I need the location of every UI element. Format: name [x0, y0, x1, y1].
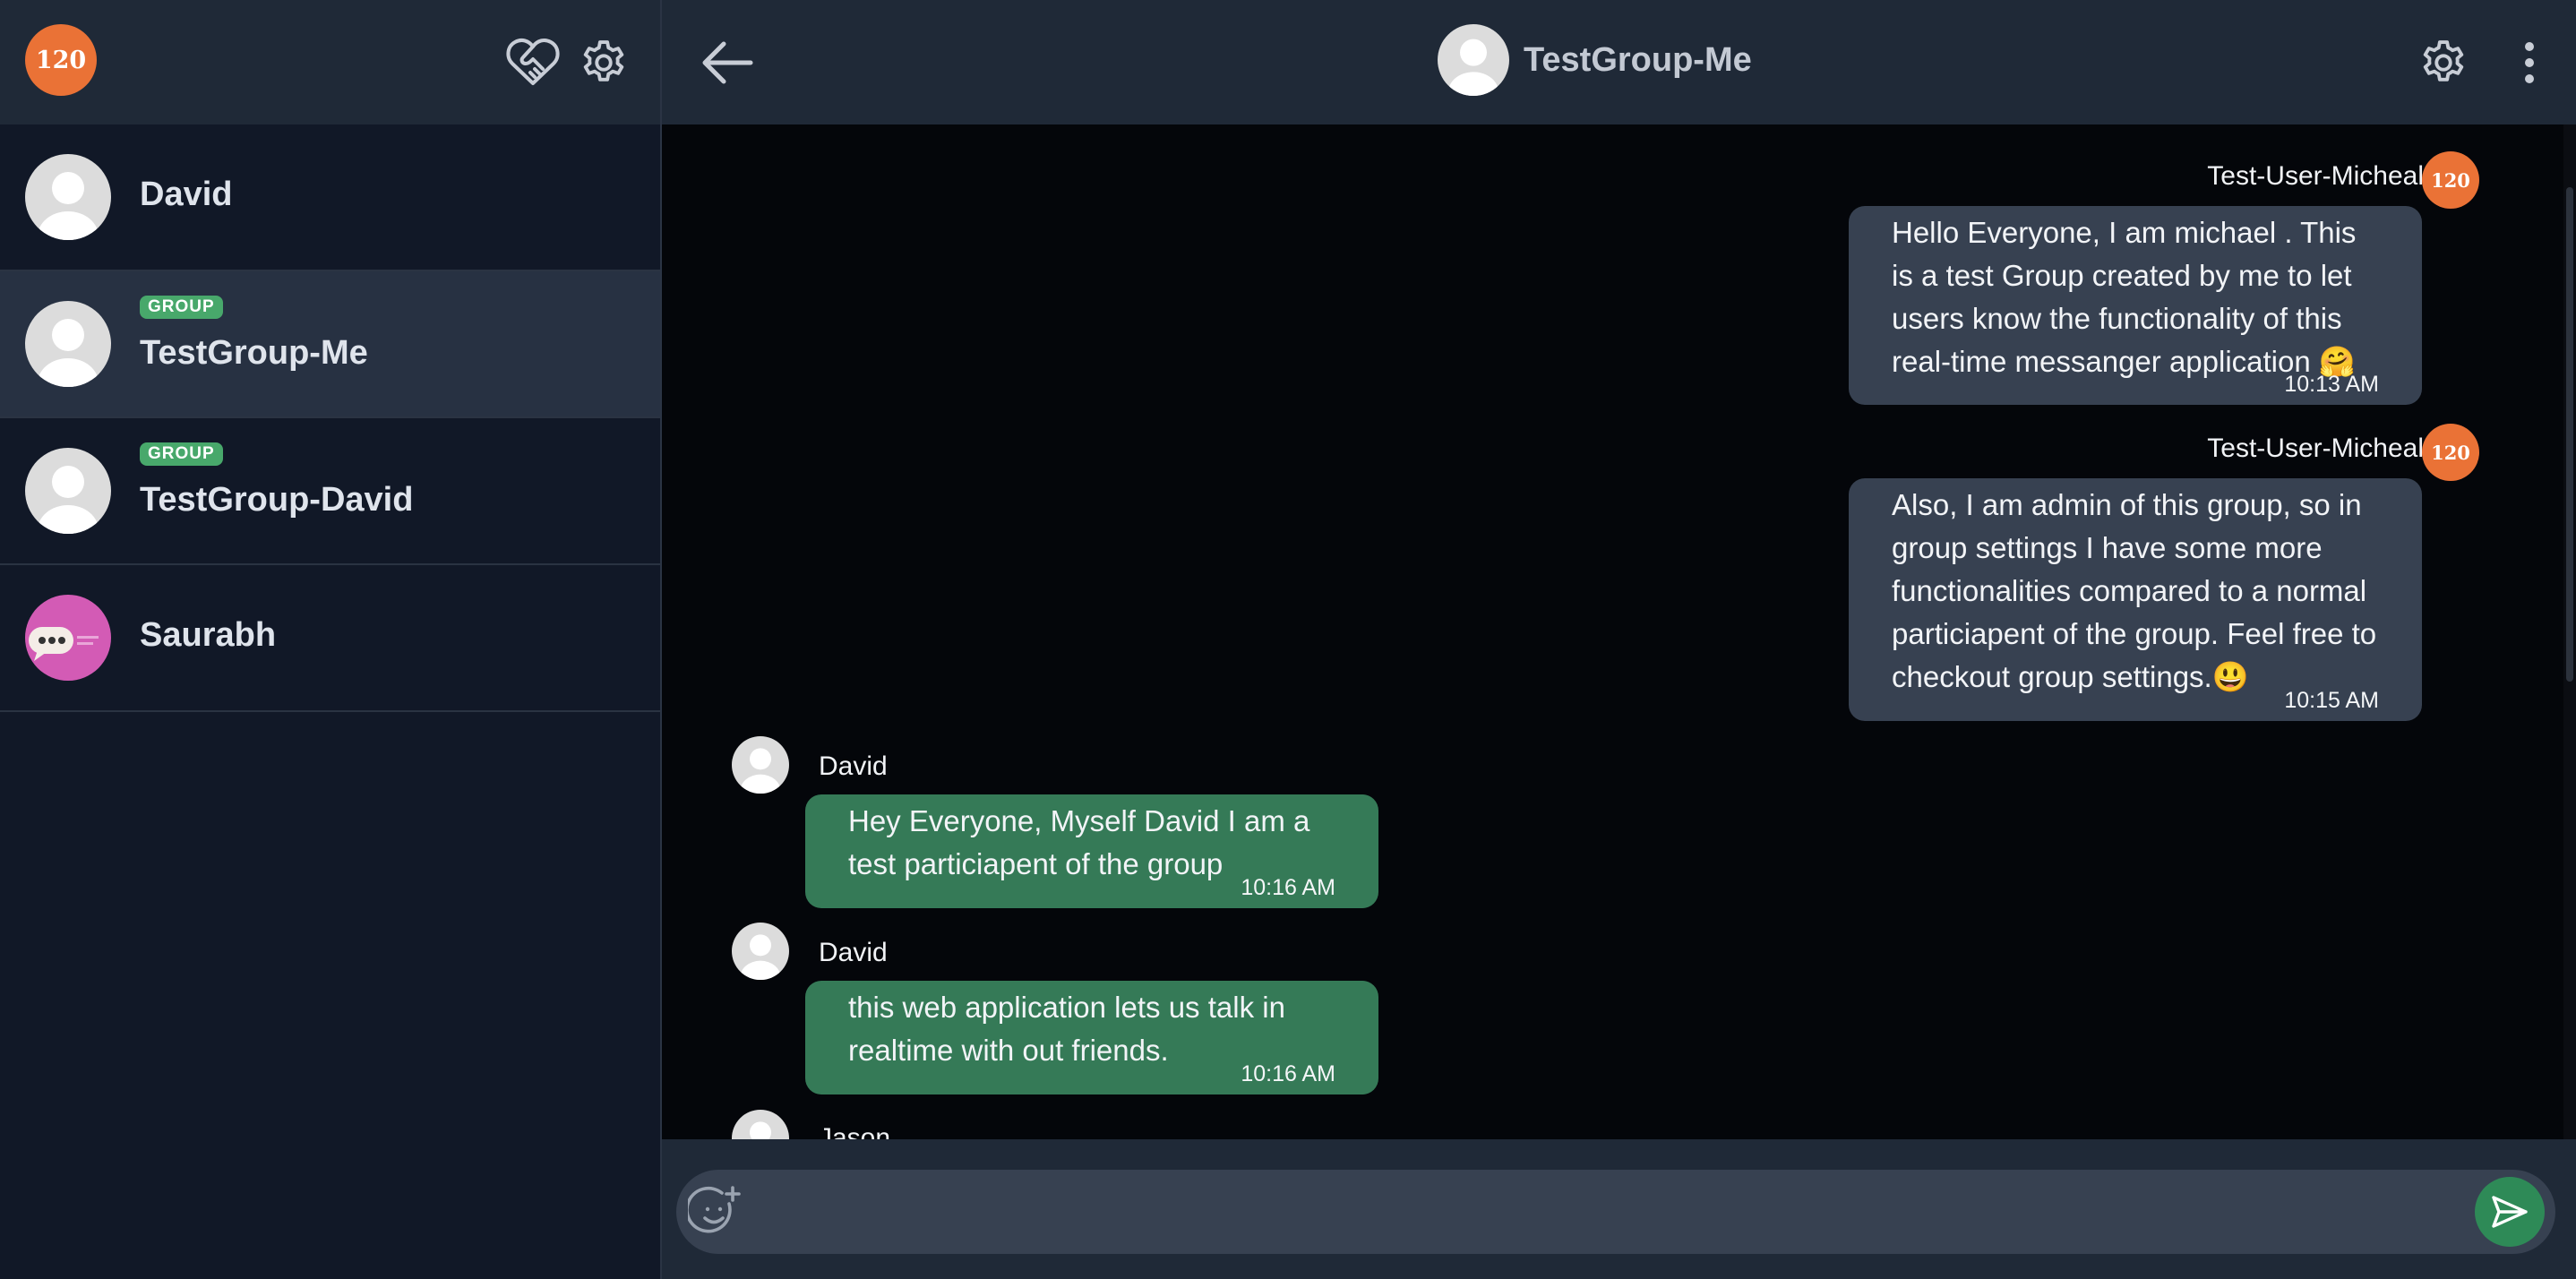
default-avatar-icon: [25, 448, 111, 534]
message-sender: Test-User-Micheal: [2207, 433, 2424, 463]
default-avatar-icon: [25, 154, 111, 240]
sender-avatar: [732, 736, 789, 794]
message-sender: David: [819, 938, 888, 967]
chat-name: TestGroup-Me: [140, 334, 368, 372]
sender-avatar: 120: [2422, 424, 2479, 481]
heart-handshake-icon[interactable]: [502, 32, 563, 93]
chat-panel: TestGroup-Me Test-User-Micheal 120 Hello…: [662, 0, 2576, 1279]
group-badge: GROUP: [140, 442, 223, 466]
message-input-container[interactable]: [676, 1170, 2555, 1256]
message-time: 10:13 AM: [2284, 372, 2379, 397]
chat-name: Saurabh: [140, 616, 277, 654]
chat-item-testgroup-me[interactable]: GROUP TestGroup-Me: [0, 271, 660, 418]
message-bubble: Hello Everyone, I am michael . This is a…: [1849, 206, 2422, 405]
message-time: 10:16 AM: [1241, 875, 1335, 900]
message-time: 10:15 AM: [2284, 688, 2379, 713]
message-sender: Jason: [819, 1123, 891, 1139]
message-sender: David: [819, 751, 888, 781]
chat-list: David GROUP TestGroup-Me GROUP TestGroup…: [0, 124, 660, 712]
sidebar: 120 David GROUP TestGroup-Me GROUP TestG…: [0, 0, 662, 1279]
emoji-add-icon[interactable]: [685, 1181, 746, 1242]
kebab-menu-icon[interactable]: [2507, 32, 2552, 93]
send-icon: [2492, 1196, 2528, 1228]
message-text: Also, I am admin of this group, so in gr…: [1892, 488, 2377, 693]
chat-item-david[interactable]: David: [0, 124, 660, 271]
message-sender: Test-User-Micheal: [2207, 161, 2424, 191]
chat-name: David: [140, 176, 233, 213]
message-text: Hello Everyone, I am michael . This is a…: [1892, 216, 2357, 378]
sender-avatar: 120: [2422, 151, 2479, 209]
group-settings-gear-icon[interactable]: [2413, 32, 2474, 93]
chat-item-saurabh[interactable]: Saurabh: [0, 565, 660, 712]
group-badge: GROUP: [140, 296, 223, 319]
message-text: this web application lets us talk in rea…: [848, 991, 1285, 1067]
user-profile-avatar[interactable]: 120: [25, 24, 97, 96]
message-text: Hey Everyone, Myself David I am a test p…: [848, 804, 1310, 880]
message-list[interactable]: Test-User-Micheal 120 Hello Everyone, I …: [662, 124, 2576, 1139]
back-arrow-icon[interactable]: [696, 31, 759, 94]
default-avatar-icon: [25, 301, 111, 387]
message-input[interactable]: [766, 1170, 2435, 1256]
message-time: 10:16 AM: [1241, 1061, 1335, 1086]
scrollbar-thumb[interactable]: [2566, 187, 2573, 682]
chat-bubble-avatar-icon: [25, 595, 111, 681]
message-bubble: this web application lets us talk in rea…: [805, 981, 1378, 1094]
chat-header: TestGroup-Me: [662, 0, 2576, 124]
sender-avatar: [732, 1110, 789, 1139]
header-avatar[interactable]: [1438, 24, 1509, 96]
message-bubble: Hey Everyone, Myself David I am a test p…: [805, 794, 1378, 908]
message-scrollbar[interactable]: [2563, 124, 2576, 1139]
sidebar-header: 120: [0, 0, 660, 124]
message-bubble: Also, I am admin of this group, so in gr…: [1849, 478, 2422, 721]
gear-icon[interactable]: [573, 32, 634, 93]
chat-item-testgroup-david[interactable]: GROUP TestGroup-David: [0, 418, 660, 565]
sender-avatar: [732, 923, 789, 980]
chat-title[interactable]: TestGroup-Me: [1524, 41, 1752, 80]
send-button[interactable]: [2475, 1177, 2545, 1247]
chat-name: TestGroup-David: [140, 481, 414, 519]
message-composer: [662, 1139, 2576, 1279]
